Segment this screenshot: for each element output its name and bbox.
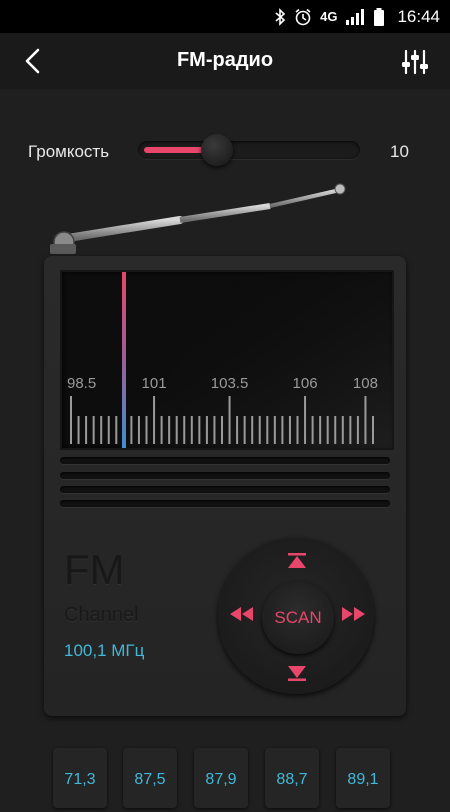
status-bar-notch bbox=[0, 0, 84, 33]
volume-slider[interactable] bbox=[138, 134, 360, 166]
dial-scale-label: 106 bbox=[293, 375, 318, 392]
tuning-needle[interactable] bbox=[122, 272, 126, 448]
network-type: 4G bbox=[320, 9, 338, 24]
scan-button[interactable]: SCAN bbox=[262, 582, 334, 654]
signal-icon bbox=[346, 8, 365, 25]
preset-station-button[interactable]: 71,3 bbox=[53, 748, 107, 808]
fast-forward-icon[interactable] bbox=[341, 605, 367, 623]
alarm-icon bbox=[295, 8, 311, 25]
preset-station-button[interactable]: 87,9 bbox=[194, 748, 248, 808]
app-header: FM-радио bbox=[0, 33, 450, 89]
antenna-graphic bbox=[50, 183, 346, 254]
seek-up-icon[interactable] bbox=[285, 552, 309, 570]
dial-scale-label: 103.5 bbox=[211, 375, 249, 392]
clock: 16:44 bbox=[397, 6, 440, 26]
preset-station-button[interactable]: 88,7 bbox=[265, 748, 319, 808]
speaker-grill-slot bbox=[60, 500, 390, 507]
dial-scale-label: 108 bbox=[353, 375, 378, 392]
page-title: FM-радио bbox=[176, 49, 274, 71]
status-bar: 4G 16:44 bbox=[0, 0, 450, 33]
dial-scale-label: 101 bbox=[142, 375, 167, 392]
battery-icon bbox=[374, 7, 385, 26]
seek-down-icon[interactable] bbox=[285, 664, 309, 682]
volume-slider-knob[interactable] bbox=[200, 134, 233, 166]
tuning-dial[interactable]: 98.5 101 103.5 106 108 bbox=[60, 270, 394, 450]
speaker-grill-slot bbox=[60, 472, 390, 479]
equalizer-icon[interactable] bbox=[400, 47, 430, 77]
volume-value: 10 bbox=[390, 142, 409, 161]
volume-label: Громкость bbox=[28, 142, 110, 161]
preset-station-button[interactable]: 87,5 bbox=[123, 748, 177, 808]
channel-label: Channel bbox=[64, 604, 139, 626]
dial-scale-label: 98.5 bbox=[67, 375, 96, 392]
status-icons: 4G 16:44 bbox=[274, 0, 440, 33]
speaker-grill-slot bbox=[60, 486, 390, 493]
rewind-icon[interactable] bbox=[228, 605, 254, 623]
current-frequency: 100,1 МГц bbox=[64, 641, 145, 660]
bluetooth-icon bbox=[275, 7, 286, 26]
band-label: FM bbox=[64, 546, 125, 593]
speaker-grill-slot bbox=[60, 457, 390, 464]
preset-station-button[interactable]: 89,1 bbox=[336, 748, 390, 808]
